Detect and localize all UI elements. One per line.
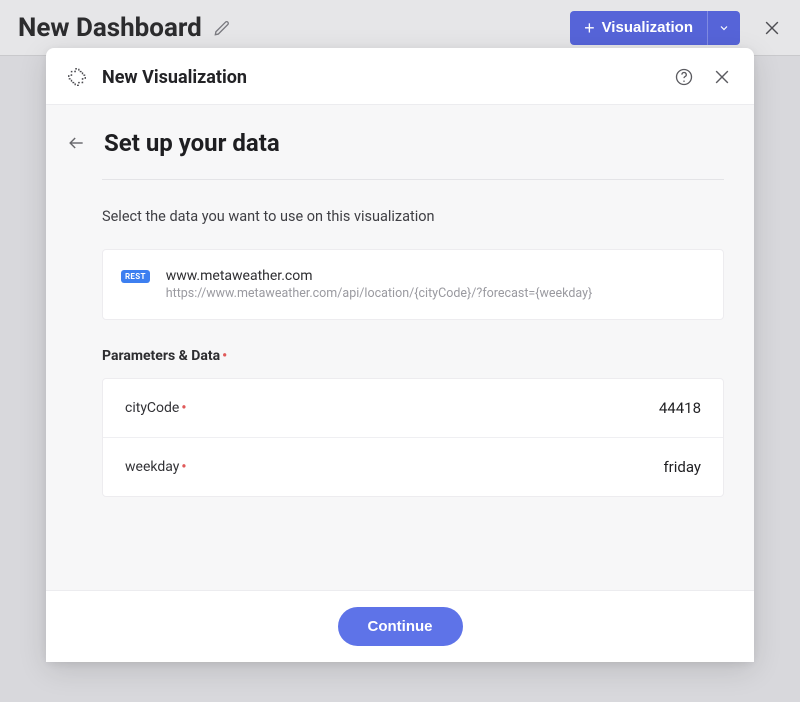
help-icon[interactable] [674,67,694,87]
modal-title: New Visualization [102,67,247,88]
params-heading: Parameters & Data• [102,348,724,364]
chevron-down-icon [718,22,730,34]
page-title: New Dashboard [18,13,202,43]
modal-footer: Continue [46,590,754,662]
data-source-card[interactable]: REST www.metaweather.com https://www.met… [102,249,724,320]
extension-icon [66,66,88,88]
body-title: Set up your data [104,129,280,157]
visualization-button-label: Visualization [602,19,693,36]
param-value: friday [663,458,701,476]
add-visualization-button[interactable]: + Visualization [570,11,707,45]
params-table: cityCode• 44418 weekday• friday [102,378,724,497]
plus-icon: + [584,19,595,37]
data-source-host: www.metaweather.com [166,268,705,284]
modal-body: Set up your data Select the data you wan… [46,105,754,590]
param-name: cityCode• [125,400,186,416]
visualization-dropdown-button[interactable] [707,11,740,45]
new-visualization-modal: New Visualization Set up your data [46,48,754,662]
required-indicator: • [181,400,186,416]
required-indicator: • [222,348,227,364]
param-row[interactable]: cityCode• 44418 [103,379,723,437]
param-name: weekday• [125,459,186,475]
param-value: 44418 [659,399,701,417]
rest-badge: REST [121,270,150,283]
data-description: Select the data you want to use on this … [102,208,724,225]
visualization-button-group: + Visualization [570,11,740,45]
close-icon[interactable] [712,67,732,87]
modal-header: New Visualization [46,48,754,105]
edit-icon[interactable] [212,18,232,38]
topbar-close-button[interactable] [762,18,782,38]
data-source-url: https://www.metaweather.com/api/location… [166,286,705,301]
required-indicator: • [181,459,186,475]
param-row[interactable]: weekday• friday [103,437,723,496]
back-arrow-icon[interactable] [66,133,86,153]
continue-button[interactable]: Continue [338,607,463,646]
